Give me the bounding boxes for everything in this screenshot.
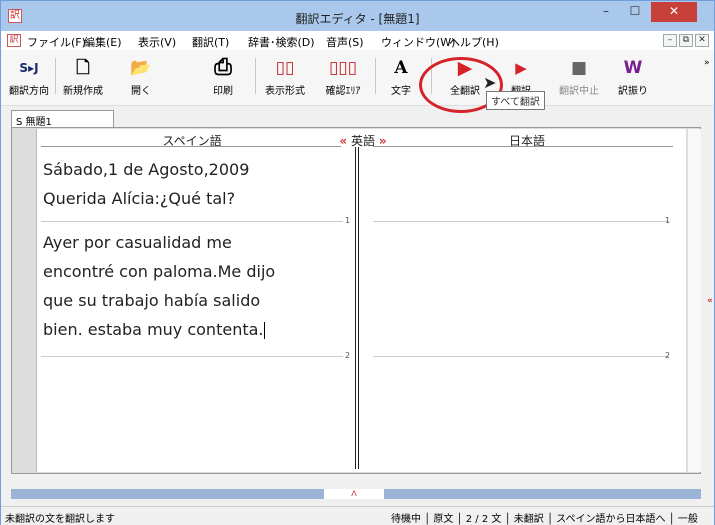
- paragraph-number: 2: [665, 351, 671, 360]
- new-file-icon: 🗋: [76, 58, 90, 78]
- maximize-button[interactable]: ☐: [622, 2, 648, 22]
- header-divider: [41, 146, 341, 147]
- header-divider: [373, 146, 673, 147]
- menu-help[interactable]: ヘルプ(H): [449, 34, 499, 50]
- pane-divider[interactable]: [355, 147, 359, 469]
- horizontal-splitter[interactable]: ᐱ: [11, 489, 701, 499]
- menu-translate[interactable]: 翻訳(T): [192, 34, 229, 50]
- columns-icon: ▯▯: [275, 58, 295, 78]
- source-line-last: bien. estaba muy contenta.: [43, 315, 343, 344]
- open-button[interactable]: 📂 開く: [121, 54, 161, 100]
- menu-edit[interactable]: 編集(E): [84, 34, 122, 50]
- document-tab[interactable]: S 無題1: [11, 110, 114, 128]
- paragraph-number: 1: [345, 216, 351, 225]
- font-label: 文字: [391, 86, 411, 97]
- mouse-pointer-icon: ➤: [483, 73, 497, 92]
- confirm-area-label: 確認ｴﾘｱ: [325, 86, 361, 97]
- translate-step-icon: ▶: [515, 59, 527, 77]
- alternative-translation-label: 訳振り: [618, 86, 648, 97]
- paragraph-separator: [41, 221, 343, 222]
- direction-icon: S▸J: [19, 61, 39, 75]
- paragraph-number: 1: [665, 216, 671, 225]
- vertical-scrollbar[interactable]: [688, 129, 701, 472]
- status-message: 未翻訳の文を翻訳します: [5, 514, 115, 525]
- paragraph-separator: [41, 356, 343, 357]
- source-paragraph-2[interactable]: Ayer por casualidad me encontré con palo…: [43, 228, 343, 344]
- stop-translation-button[interactable]: ■ 翻訳中止: [553, 54, 605, 100]
- menu-bar: 訳 ファイル(F) 編集(E) 表示(V) 翻訳(T) 辞書･検索(D) 音声(…: [1, 31, 714, 50]
- word-alternatives-icon: W: [623, 58, 643, 78]
- source-line: que su trabajo había salido: [43, 291, 261, 310]
- text-caret: [263, 322, 265, 339]
- mdi-restore-button[interactable]: ⧉: [679, 34, 693, 47]
- minimize-button[interactable]: –: [593, 2, 619, 22]
- target-language-header: 日本語: [508, 134, 545, 148]
- menu-voice[interactable]: 音声(S): [326, 34, 364, 50]
- paragraph-number: 2: [345, 351, 351, 360]
- source-paragraph-1[interactable]: Sábado,1 de Agosto,2009 Querida Alícia:¿…: [43, 155, 343, 213]
- print-label: 印刷: [213, 86, 233, 97]
- pivot-language-label: 英語: [350, 134, 375, 148]
- document-icon[interactable]: 訳: [7, 34, 21, 47]
- toolbar-overflow-chevron[interactable]: »: [704, 58, 710, 68]
- menu-window[interactable]: ウィンドウ(W): [381, 34, 455, 50]
- translation-direction-button[interactable]: S▸J 翻訳方向: [7, 54, 51, 100]
- printer-icon: ⎙: [214, 55, 232, 80]
- new-document-label: 新規作成: [63, 86, 103, 97]
- confirm-area-button[interactable]: ▯▯▯ 確認ｴﾘｱ: [317, 54, 369, 100]
- new-document-button[interactable]: 🗋 新規作成: [61, 54, 105, 100]
- display-format-button[interactable]: ▯▯ 表示形式: [259, 54, 311, 100]
- alternative-translation-button[interactable]: W 訳振り: [611, 54, 655, 100]
- source-line: Sábado,1 de Agosto,2009: [43, 160, 250, 179]
- menu-view[interactable]: 表示(V): [138, 34, 176, 50]
- menu-dictionary-search[interactable]: 辞書･検索(D): [248, 34, 315, 50]
- paragraph-separator: [373, 221, 669, 222]
- tooltip: すべて翻訳: [486, 91, 545, 110]
- folder-icon: 📂: [130, 58, 152, 78]
- translation-editor-window: 訳 翻訳エディタ - [無題1] – ☐ ✕ 訳 ファイル(F) 編集(E) 表…: [0, 0, 715, 525]
- display-format-label: 表示形式: [265, 86, 305, 97]
- source-line: encontré con paloma.Me dijo: [43, 262, 276, 281]
- side-panel-toggle[interactable]: «: [707, 296, 715, 320]
- editor-content[interactable]: スペイン語 « 英語 » 日本語 Sábado,1 de Agosto,2009…: [36, 129, 686, 472]
- menu-file[interactable]: ファイル(F): [27, 34, 86, 50]
- three-columns-icon: ▯▯▯: [328, 58, 358, 78]
- font-button[interactable]: A 文字: [381, 54, 421, 100]
- translation-direction-label: 翻訳方向: [9, 86, 49, 97]
- title-bar[interactable]: 訳 翻訳エディタ - [無題1] – ☐ ✕: [1, 1, 714, 31]
- splitter-grip[interactable]: ᐱ: [324, 489, 384, 499]
- toolbar-separator: [255, 58, 256, 94]
- translation-editor: スペイン語 « 英語 » 日本語 Sábado,1 de Agosto,2009…: [11, 127, 701, 474]
- toolbar-separator: [55, 58, 56, 94]
- mdi-close-button[interactable]: ✕: [695, 34, 709, 47]
- source-line: Querida Alícia:¿Qué tal?: [43, 189, 236, 208]
- status-fields: 待機中 │ 原文 │ 2 / 2 文 │ 未翻訳 │ スペイン語から日本語へ │…: [391, 514, 698, 525]
- stop-translation-label: 翻訳中止: [559, 86, 599, 97]
- source-language-header: スペイン語: [162, 134, 222, 148]
- font-icon: A: [394, 58, 408, 78]
- paragraph-separator: [373, 356, 669, 357]
- status-bar: 未翻訳の文を翻訳します 待機中 │ 原文 │ 2 / 2 文 │ 未翻訳 │ ス…: [1, 506, 714, 525]
- close-button[interactable]: ✕: [651, 2, 697, 22]
- toolbar-separator: [375, 58, 376, 94]
- mdi-minimize-button[interactable]: –: [663, 34, 677, 47]
- open-label: 開く: [131, 86, 151, 97]
- source-line-text: bien. estaba muy contenta.: [43, 320, 264, 339]
- source-line: Ayer por casualidad me: [43, 233, 232, 252]
- stop-icon: ■: [570, 58, 588, 78]
- toolbar: S▸J 翻訳方向 🗋 新規作成 📂 開く ⎙ 印刷 ▯▯ 表示形式 ▯▯▯ 確認…: [1, 50, 714, 106]
- print-button[interactable]: ⎙ 印刷: [201, 54, 245, 100]
